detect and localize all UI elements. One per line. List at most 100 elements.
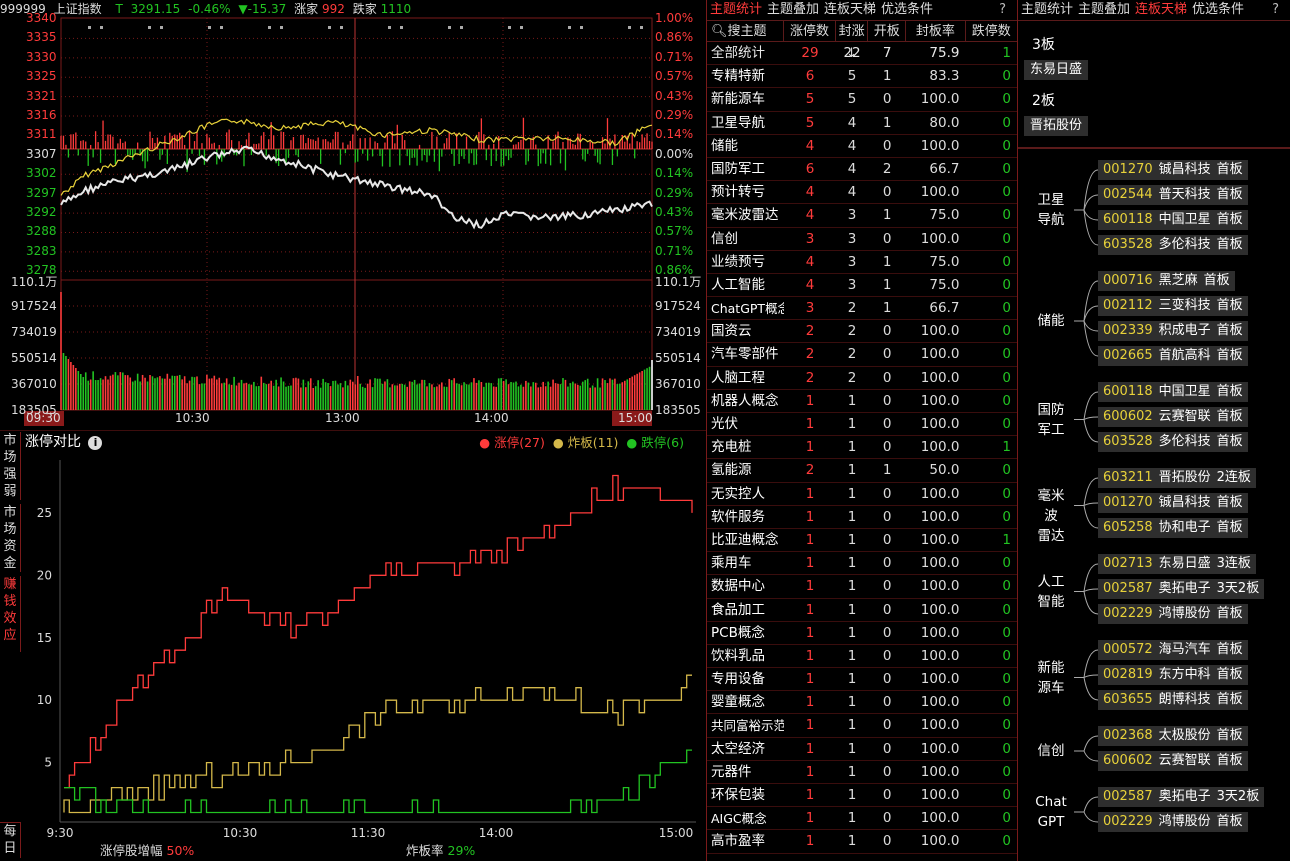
fz-count: 1 bbox=[847, 671, 857, 688]
table-row[interactable]: 饮料乳品 1 1 0 100.0 0 bbox=[707, 645, 1017, 669]
table-row[interactable]: AIGC概念 1 1 0 100.0 0 bbox=[707, 807, 1017, 831]
ladder-stock-chip[interactable]: 600118 中国卫星 首板 bbox=[1098, 382, 1248, 402]
table-row[interactable]: 预计转亏 4 4 0 100.0 0 bbox=[707, 181, 1017, 205]
kb-count: 0 bbox=[882, 439, 892, 456]
table-row[interactable]: 食品加工 1 1 0 100.0 0 bbox=[707, 599, 1017, 622]
table-row[interactable]: 比亚迪概念 1 1 0 100.0 1 bbox=[707, 529, 1017, 553]
intraday-chart-canvas[interactable] bbox=[0, 0, 706, 430]
seal-rate: 80.0 bbox=[929, 114, 960, 131]
ladder-stock-chip[interactable]: 605258 协和电子 首板 bbox=[1098, 518, 1248, 538]
table-row[interactable]: PCB概念 1 1 0 100.0 0 bbox=[707, 622, 1017, 645]
table-row[interactable]: 人脑工程 2 2 0 100.0 0 bbox=[707, 367, 1017, 390]
table-row[interactable]: 太空经济 1 1 0 100.0 0 bbox=[707, 738, 1017, 761]
volume-tick-right: 917524 bbox=[655, 299, 701, 313]
table-row[interactable]: 专精特新 6 5 1 83.3 0 bbox=[707, 65, 1017, 89]
ladder-stock-chip[interactable]: 600602 云赛智联 首板 bbox=[1098, 407, 1248, 427]
table-row[interactable]: 数据中心 1 1 0 100.0 0 bbox=[707, 575, 1017, 599]
ladder-stock-chip[interactable]: 603211 晋拓股份 2连板 bbox=[1098, 468, 1256, 488]
ladder-stock-chip[interactable]: 603528 多伦科技 首板 bbox=[1098, 432, 1248, 452]
ladder-stock-chip[interactable]: 002587 奥拓电子 3天2板 bbox=[1098, 787, 1265, 807]
total-row[interactable]: 全部统计 29 22 7 75.9 1 bbox=[707, 42, 1017, 66]
seal-rate: 100.0 bbox=[920, 787, 960, 803]
table-row[interactable]: 储能 4 4 0 100.0 0 bbox=[707, 135, 1017, 158]
table-row[interactable]: 人工智能 4 3 1 75.0 0 bbox=[707, 274, 1017, 298]
ladder-stock-chip[interactable]: 002229 鸿博股份 首板 bbox=[1098, 604, 1248, 624]
dt-count: 0 bbox=[1002, 300, 1011, 317]
table-row[interactable]: 国防军工 6 4 2 66.7 0 bbox=[707, 158, 1017, 182]
stock-name: 云赛智联 bbox=[1158, 753, 1211, 768]
theme-name: ChatGPT概念 bbox=[711, 301, 785, 317]
ladder-stock-chip[interactable]: 002112 三变科技 首板 bbox=[1098, 296, 1248, 316]
ladder-stock-chip[interactable]: 002665 首航高科 首板 bbox=[1098, 346, 1248, 366]
ladder-stock-chip[interactable]: 001270 铖昌科技 首板 bbox=[1098, 160, 1248, 180]
col-zt[interactable]: 涨停数 bbox=[784, 21, 836, 41]
table-row[interactable]: 卫星导航 5 4 1 80.0 0 bbox=[707, 112, 1017, 135]
ladder-stock-chip[interactable]: 002713 东易日盛 3连板 bbox=[1098, 554, 1256, 574]
ladder-stock-chip[interactable]: 000716 黑芝麻 首板 bbox=[1098, 271, 1235, 291]
price-tick-left: 3311 bbox=[26, 127, 57, 142]
table-row[interactable]: 高市盈率 1 1 0 100.0 0 bbox=[707, 830, 1017, 854]
table-row[interactable]: 软件服务 1 1 0 100.0 0 bbox=[707, 506, 1017, 529]
table-row[interactable]: 汽车零部件 2 2 0 100.0 0 bbox=[707, 343, 1017, 367]
table-row[interactable]: 乘用车 1 1 0 100.0 0 bbox=[707, 552, 1017, 576]
ladder-stock-chip[interactable]: 603528 多伦科技 首板 bbox=[1098, 235, 1248, 255]
ladder-stock-chip[interactable]: 001270 铖昌科技 首板 bbox=[1098, 493, 1248, 513]
table-row[interactable]: 新能源车 5 5 0 100.0 0 bbox=[707, 88, 1017, 112]
tab-theme-stat[interactable]: 主题统计 bbox=[710, 2, 762, 17]
table-row[interactable]: 业绩预亏 4 3 1 75.0 0 bbox=[707, 251, 1017, 274]
event-marker bbox=[580, 26, 583, 29]
theme-search[interactable]: 🔍︎搜主题 bbox=[707, 21, 785, 41]
limit-up-compare-chart[interactable]: 25 20 15 10 5 9:30 10:30 11:30 14:00 15:00 bbox=[0, 430, 706, 861]
dt-count: 0 bbox=[1002, 485, 1011, 502]
stock-tag: 首板 bbox=[1216, 162, 1243, 177]
event-marker bbox=[460, 26, 463, 29]
table-row[interactable]: 婴童概念 1 1 0 100.0 0 bbox=[707, 691, 1017, 715]
ladder-stock-chip[interactable]: 002339 积成电子 首板 bbox=[1098, 321, 1248, 341]
col-rate[interactable]: 封板率 bbox=[906, 21, 966, 41]
col-fz[interactable]: 封涨↓ bbox=[836, 21, 869, 61]
stock-name: 海马汽车 bbox=[1158, 642, 1211, 657]
stock-name: 朗博科技 bbox=[1158, 692, 1211, 707]
table-row[interactable]: 共同富裕示范区 1 1 0 100.0 0 bbox=[707, 714, 1017, 738]
table-row[interactable]: 信创 3 3 0 100.0 0 bbox=[707, 228, 1017, 251]
table-row[interactable]: 无实控人 1 1 0 100.0 0 bbox=[707, 483, 1017, 506]
ladder-stock-chip[interactable]: 002587 奥拓电子 3天2板 bbox=[1098, 579, 1265, 599]
zt-count: 1 bbox=[805, 416, 815, 432]
table-row[interactable]: 机器人概念 1 1 0 100.0 0 bbox=[707, 390, 1017, 413]
ladder-stock-chip[interactable]: 600602 云赛智联 首板 bbox=[1098, 751, 1248, 771]
intraday-chart[interactable]: 999999 上证指数 T 3291.15 -0.46% ▼-15.37 涨家 … bbox=[0, 0, 706, 430]
table-row[interactable]: 专用设备 1 1 0 100.0 0 bbox=[707, 668, 1017, 692]
dt-count: 0 bbox=[1002, 369, 1011, 386]
tab-theme-overlay[interactable]: 主题叠加 bbox=[767, 2, 819, 17]
stock-name: 黑芝麻 bbox=[1158, 273, 1198, 288]
ladder-stock-chip[interactable]: 600118 中国卫星 首板 bbox=[1098, 210, 1248, 230]
ladder-stock-chip[interactable]: 002368 太极股份 首板 bbox=[1098, 726, 1248, 746]
table-row[interactable]: 氢能源 2 1 1 50.0 0 bbox=[707, 459, 1017, 483]
table-row[interactable]: ChatGPT概念 3 2 1 66.7 0 bbox=[707, 297, 1017, 321]
table-row[interactable]: 充电桩 1 1 0 100.0 1 bbox=[707, 436, 1017, 460]
connector bbox=[1083, 209, 1099, 221]
ladder-stock-chip[interactable]: 002819 东方中科 首板 bbox=[1098, 665, 1248, 685]
col-kb[interactable]: 开板 bbox=[868, 21, 907, 41]
tab-ladder[interactable]: 连板天梯 bbox=[824, 2, 876, 17]
volume-tick-right: 550514 bbox=[655, 351, 701, 365]
ladder-stock-chip[interactable]: 603655 朗博科技 首板 bbox=[1098, 690, 1248, 710]
ladder-stock-chip[interactable]: 000572 海马汽车 首板 bbox=[1098, 640, 1248, 660]
table-row[interactable]: 光伏 1 1 0 100.0 0 bbox=[707, 413, 1017, 437]
col-dt[interactable]: 跌停数 bbox=[966, 21, 1017, 41]
theme-name: 婴童概念 bbox=[711, 694, 765, 711]
theme-name: 光伏 bbox=[711, 416, 738, 432]
event-marker bbox=[148, 26, 151, 29]
table-row[interactable]: 毫米波雷达 4 3 1 75.0 0 bbox=[707, 204, 1017, 228]
table-row[interactable]: 元器件 1 1 0 100.0 0 bbox=[707, 761, 1017, 784]
table-row[interactable]: 国资云 2 2 0 100.0 0 bbox=[707, 320, 1017, 344]
limit-up-compare-panel: 市场强弱 市场资金 赚钱效应 每日 涨停对比 i ● 涨停(27) ● 炸板(1… bbox=[0, 430, 706, 861]
theme-name: 充电桩 bbox=[711, 439, 752, 456]
fz-count: 1 bbox=[847, 787, 857, 803]
help-icon[interactable]: ? bbox=[999, 0, 1006, 20]
tab-filters[interactable]: 优选条件 bbox=[881, 2, 933, 17]
ladder-stock-chip[interactable]: 002229 鸿博股份 首板 bbox=[1098, 812, 1248, 832]
stock-code: 600118 bbox=[1103, 384, 1153, 399]
ladder-stock-chip[interactable]: 002544 普天科技 首板 bbox=[1098, 185, 1248, 205]
table-row[interactable]: 环保包装 1 1 0 100.0 0 bbox=[707, 784, 1017, 808]
